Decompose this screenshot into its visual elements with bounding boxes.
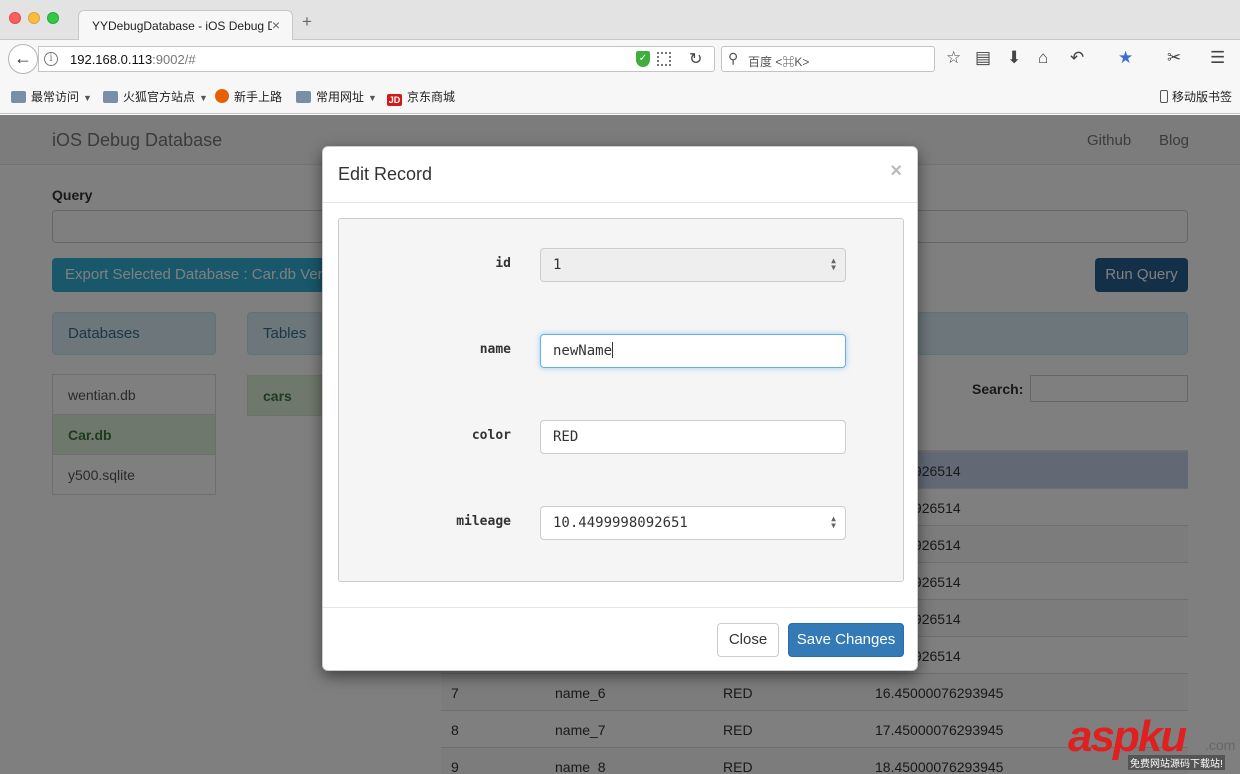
folder-icon <box>296 91 311 103</box>
firefox-icon <box>215 89 229 103</box>
browser-tab[interactable]: YYDebugDatabase - iOS Debug D × <box>78 10 293 41</box>
search-bar[interactable]: ⚲ 百度 <⌘K> <box>721 46 935 72</box>
modal-title: Edit Record <box>338 164 433 184</box>
search-placeholder: 百度 <⌘K> <box>748 55 810 69</box>
modal-footer-divider <box>323 607 917 608</box>
bookmark-label: 最常访问 <box>31 90 80 104</box>
mobile-bookmarks[interactable]: 移动版书签 <box>1160 88 1232 105</box>
text-cursor <box>612 342 614 358</box>
url-text: 192.168.0.113:9002/# <box>70 52 196 67</box>
close-icon[interactable]: × <box>890 161 902 181</box>
window-close-icon[interactable] <box>9 12 21 24</box>
name-field[interactable]: newName <box>540 334 846 368</box>
edit-record-modal: Edit Record × id 1 ▲ ▼ name newName color… <box>322 146 918 671</box>
field-label-mileage: mileage <box>456 514 511 529</box>
color-field[interactable]: RED <box>540 420 846 454</box>
bookmark-label: 新手上路 <box>234 90 283 104</box>
bookmark-item[interactable]: 最常访问 ▼ <box>11 88 92 105</box>
modal-header-divider <box>323 202 917 203</box>
chevron-down-icon: ▼ <box>368 93 377 103</box>
watermark-subtitle: 免费网站源码下载站! <box>1128 755 1225 770</box>
info-icon[interactable]: i <box>44 52 58 66</box>
jd-icon: JD <box>387 94 402 106</box>
bookmark-label: 火狐官方站点 <box>123 90 196 104</box>
id-value: 1 <box>553 257 562 273</box>
folder-icon <box>11 91 26 103</box>
shield-icon[interactable]: ✓ <box>636 51 650 67</box>
search-icon: ⚲ <box>728 50 739 66</box>
url-bar[interactable]: i 192.168.0.113:9002/# ✓ ↻ <box>38 46 715 72</box>
tab-title: YYDebugDatabase - iOS Debug D <box>92 19 272 33</box>
window-zoom-icon[interactable] <box>47 12 59 24</box>
bookmark-item[interactable]: 新手上路 <box>215 88 282 105</box>
back-arrow-icon[interactable]: ← <box>8 44 38 74</box>
mobile-icon <box>1160 90 1168 103</box>
extension-star-icon[interactable]: ★ <box>1118 48 1133 68</box>
bookmark-label: 京东商城 <box>407 90 456 104</box>
menu-icon[interactable]: ☰ <box>1210 48 1225 68</box>
mobile-bookmarks-label: 移动版书签 <box>1172 90 1233 104</box>
new-tab-icon[interactable]: + <box>302 12 312 32</box>
qr-code-icon[interactable] <box>657 52 671 66</box>
close-button[interactable]: Close <box>717 623 779 657</box>
bookmark-item[interactable]: JD 京东商城 <box>387 88 455 106</box>
bookmarks-bar: 最常访问 ▼ 火狐官方站点 ▼ 新手上路 常用网址 ▼ JD 京东商城 移动版书签 <box>0 80 1240 114</box>
mileage-value: 10.4499998092651 <box>553 515 688 531</box>
save-changes-button[interactable]: Save Changes <box>788 623 904 657</box>
reload-icon[interactable]: ↻ <box>689 49 702 69</box>
watermark-logo: aspku .com 免费网站源码下载站! <box>1068 712 1236 772</box>
home-icon[interactable]: ⌂ <box>1038 48 1048 68</box>
field-label-color: color <box>471 428 511 443</box>
bookmark-label: 常用网址 <box>316 90 365 104</box>
folder-icon <box>103 91 118 103</box>
field-label-name: name <box>479 342 511 357</box>
bookmark-star-icon[interactable]: ☆ <box>946 48 961 68</box>
url-host: 192.168.0.113 <box>70 52 153 67</box>
window-minimize-icon[interactable] <box>28 12 40 24</box>
tab-close-icon[interactable]: × <box>272 17 280 33</box>
screenshot-icon[interactable]: ✂ <box>1167 48 1181 68</box>
bookmark-item[interactable]: 火狐官方站点 ▼ <box>103 88 208 105</box>
undo-icon[interactable]: ↶ <box>1070 48 1084 68</box>
bookmark-item[interactable]: 常用网址 ▼ <box>296 88 377 105</box>
browser-tab-strip: YYDebugDatabase - iOS Debug D × + <box>0 0 1240 41</box>
url-path: :9002/# <box>152 52 196 67</box>
name-value: newName <box>553 343 613 359</box>
watermark-suffix: .com <box>1205 737 1236 753</box>
browser-toolbar: ← i 192.168.0.113:9002/# ✓ ↻ ⚲ 百度 <⌘K> <box>0 40 1240 80</box>
chevron-down-icon: ▼ <box>83 93 92 103</box>
spinner-icon[interactable]: ▲ ▼ <box>831 515 836 530</box>
chevron-down-icon: ▼ <box>199 93 208 103</box>
id-field[interactable]: 1 ▲ ▼ <box>540 248 846 282</box>
spinner-icon[interactable]: ▲ ▼ <box>831 257 836 272</box>
mileage-field[interactable]: 10.4499998092651 ▲ ▼ <box>540 506 846 540</box>
download-icon[interactable]: ⬇ <box>1007 48 1021 68</box>
field-label-id: id <box>495 256 511 271</box>
record-form: id 1 ▲ ▼ name newName color RED mileage 1… <box>338 218 904 582</box>
reading-list-icon[interactable]: ▤ <box>975 48 991 68</box>
color-value: RED <box>553 429 579 445</box>
